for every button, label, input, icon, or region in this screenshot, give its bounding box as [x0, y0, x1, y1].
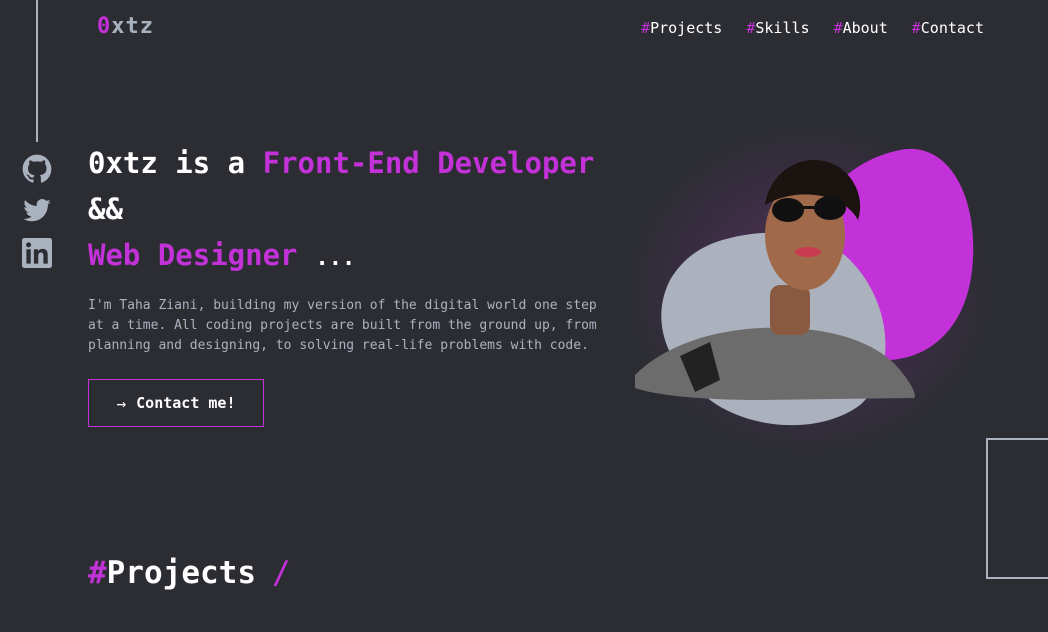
contact-me-button[interactable]: → Contact me! [88, 379, 264, 427]
linkedin-icon [22, 238, 52, 268]
decorative-rectangle [986, 438, 1048, 579]
github-icon [22, 154, 52, 183]
hero-portrait [635, 148, 974, 426]
hero-illustration [600, 110, 1020, 470]
twitter-link[interactable] [22, 196, 52, 226]
typing-ellipsis: ... [315, 246, 356, 271]
linkedin-link[interactable] [22, 238, 52, 268]
hero-headline: 0xtz is a Front-End Developer && Web Des… [88, 140, 648, 282]
nav-item-skills[interactable]: #Skills [746, 19, 809, 37]
section-slash: / [271, 555, 291, 591]
projects-section-title: #Projects / [88, 555, 291, 591]
headline-conjunction: && [88, 192, 123, 226]
portrait-bridge [802, 206, 814, 209]
site-logo[interactable]: 0xtz [97, 14, 154, 39]
top-navigation: #Projects #Skills #About #Contact [641, 19, 984, 37]
portrait-neck [770, 285, 810, 335]
nav-item-projects[interactable]: #Projects [641, 19, 722, 37]
logo-text: xtz [111, 14, 154, 39]
twitter-icon [23, 199, 51, 222]
decorative-vertical-line [36, 0, 38, 142]
portrait-lips [795, 247, 821, 257]
arrow-right-icon: → [116, 393, 127, 413]
section-hash: # [88, 555, 107, 591]
headline-role-frontend: Front-End Developer [262, 146, 595, 180]
hero-description: I'm Taha Ziani, building my version of t… [88, 298, 597, 353]
portrait-right-lens [814, 196, 846, 220]
nav-item-about[interactable]: #About [834, 19, 888, 37]
contact-me-label: Contact me! [136, 394, 236, 412]
portrait-left-lens [772, 198, 804, 222]
github-link[interactable] [22, 154, 52, 184]
headline-prefix: 0xtz is a [88, 146, 263, 180]
nav-item-contact[interactable]: #Contact [912, 19, 984, 37]
headline-role-designer: Web Designer [88, 238, 298, 272]
logo-accent: 0 [97, 14, 112, 39]
section-title-text: Projects [106, 555, 256, 591]
